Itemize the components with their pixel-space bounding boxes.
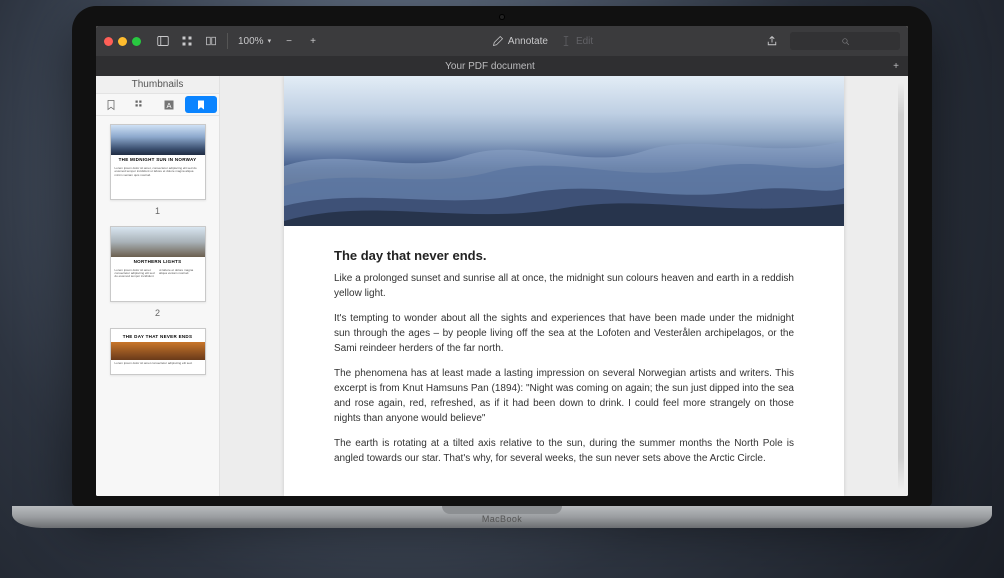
thumbnail-text: Lorem ipsum dolor sit amet, consectetur … [111,165,205,199]
thumbnail-image [111,342,205,360]
search-field[interactable] [790,32,900,50]
text-cursor-icon [560,35,572,47]
thumbnail-list[interactable]: THE MIDNIGHT SUN IN NORWAY Lorem ipsum d… [96,116,219,496]
thumbnail-image [111,227,205,257]
article-title: The day that never ends. [334,248,794,263]
annotate-button[interactable]: Annotate [492,35,548,47]
window-traffic-lights [104,37,141,46]
article-paragraph: The earth is rotating at a tilted axis r… [334,436,794,466]
contact-sheet-tab[interactable] [125,94,154,115]
sidebar-mode-tabs: A [96,94,219,116]
document-tab-title: Your PDF document [445,61,535,72]
sidebar-header: Thumbnails [96,76,219,94]
tab-bar: Your PDF document + [96,56,908,76]
bookmark-icon [195,99,207,111]
thumbnail-text: Lorem ipsum dolor sit amet consectetur a… [111,360,205,374]
pdf-app-window: 100% ▾ − + Annotate Edit [96,26,908,496]
edit-label: Edit [576,36,593,47]
zoom-value: 100% [238,36,264,47]
article-paragraph: It's tempting to wonder about all the si… [334,311,794,356]
thumbnail-title: THE MIDNIGHT SUN IN NORWAY [111,155,205,165]
scrollbar[interactable] [898,82,904,490]
grid-small-icon [134,99,146,111]
macbook-hinge: MacBook [12,506,992,528]
annotations-tab[interactable]: A [154,94,183,115]
page-thumbnail[interactable]: NORTHERN LIGHTS Lorem ipsum dolor sit am… [110,226,206,302]
outline-tab[interactable] [96,94,125,115]
annotate-label: Annotate [508,36,548,47]
zoom-dropdown[interactable]: 100% ▾ [234,36,275,47]
hero-image [284,76,844,226]
thumbnails-sidebar: Thumbnails A [96,76,220,496]
thumbnail-title: NORTHERN LIGHTS [111,257,205,267]
search-icon [841,37,850,46]
page-number-label: 2 [108,308,207,318]
device-label: MacBook [482,514,522,524]
new-tab-button[interactable]: + [884,61,908,72]
thumbnail-text: Lorem ipsum dolor sit amet consectetur a… [111,267,205,301]
text-icon: A [163,99,175,111]
chevron-down-icon: ▾ [268,37,272,45]
thumbnail-image [111,125,205,155]
maximize-window-button[interactable] [132,37,141,46]
page-thumbnail[interactable]: THE MIDNIGHT SUN IN NORWAY Lorem ipsum d… [110,124,206,200]
article-paragraph: Like a prolonged sunset and sunrise all … [334,271,794,301]
document-tab[interactable]: Your PDF document [96,58,884,75]
minimize-window-button[interactable] [118,37,127,46]
page-number-label: 1 [108,206,207,216]
view-two-page-icon[interactable] [201,31,221,51]
camera-dot [500,15,504,19]
close-window-button[interactable] [104,37,113,46]
share-icon[interactable] [762,31,782,51]
bookmarks-tab[interactable] [185,96,217,113]
zoom-out-button[interactable]: − [279,31,299,51]
thumbnail-title: THE DAY THAT NEVER ENDS [111,329,205,342]
bookmark-outline-icon [105,99,117,111]
article-paragraph: The phenomena has at least made a lastin… [334,366,794,426]
app-toolbar: 100% ▾ − + Annotate Edit [96,26,908,56]
page-thumbnail[interactable]: THE DAY THAT NEVER ENDS Lorem ipsum dolo… [110,328,206,375]
pencil-icon [492,35,504,47]
svg-text:A: A [166,101,171,110]
edit-button[interactable]: Edit [560,35,593,47]
view-grid-icon[interactable] [177,31,197,51]
toolbar-separator [227,33,228,49]
sidebar-toggle-icon[interactable] [153,31,173,51]
zoom-in-button[interactable]: + [303,31,323,51]
document-page: The day that never ends. Like a prolonge… [284,76,844,496]
document-viewport[interactable]: The day that never ends. Like a prolonge… [220,76,908,496]
